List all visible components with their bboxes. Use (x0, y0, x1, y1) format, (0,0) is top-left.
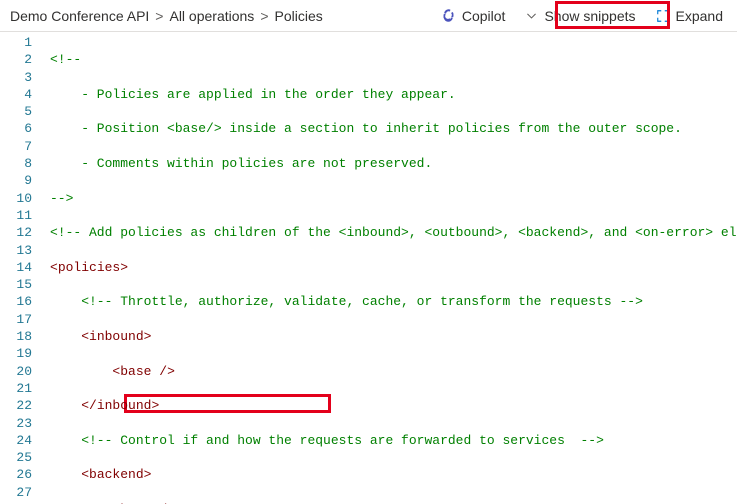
line-number: 13 (0, 242, 32, 259)
line-number: 18 (0, 328, 32, 345)
copilot-icon (441, 8, 456, 23)
line-number: 27 (0, 484, 32, 501)
line-number: 20 (0, 363, 32, 380)
line-number: 8 (0, 155, 32, 172)
line-number: 6 (0, 120, 32, 137)
line-number: 5 (0, 103, 32, 120)
breadcrumb-sep: > (155, 8, 163, 24)
expand-icon (656, 9, 670, 23)
breadcrumb-item[interactable]: Policies (275, 8, 323, 24)
toolbar: Copilot Show snippets Expand (433, 4, 731, 28)
code-editor[interactable]: 1 2 3 4 5 6 7 8 9 10 11 12 13 14 15 16 1… (0, 32, 737, 504)
line-number: 17 (0, 311, 32, 328)
line-number: 2 (0, 51, 32, 68)
line-number-gutter: 1 2 3 4 5 6 7 8 9 10 11 12 13 14 15 16 1… (0, 32, 42, 504)
line-number: 12 (0, 224, 32, 241)
line-number: 4 (0, 86, 32, 103)
line-number: 14 (0, 259, 32, 276)
line-number: 25 (0, 449, 32, 466)
code-content[interactable]: <!-- - Policies are applied in the order… (42, 32, 737, 504)
breadcrumb-item[interactable]: Demo Conference API (10, 8, 149, 24)
line-number: 7 (0, 138, 32, 155)
breadcrumb: Demo Conference API > All operations > P… (6, 8, 433, 24)
chevron-down-icon (525, 9, 538, 22)
line-number: 9 (0, 172, 32, 189)
copilot-button[interactable]: Copilot (433, 4, 514, 28)
line-number: 21 (0, 380, 32, 397)
show-snippets-button[interactable]: Show snippets (517, 4, 643, 28)
line-number: 3 (0, 69, 32, 86)
line-number: 24 (0, 432, 32, 449)
editor-header: Demo Conference API > All operations > P… (0, 0, 737, 32)
copilot-label: Copilot (462, 8, 506, 24)
line-number: 1 (0, 34, 32, 51)
line-number: 11 (0, 207, 32, 224)
line-number: 19 (0, 345, 32, 362)
breadcrumb-item[interactable]: All operations (169, 8, 254, 24)
line-number: 15 (0, 276, 32, 293)
line-number: 23 (0, 415, 32, 432)
expand-button[interactable]: Expand (648, 4, 731, 28)
breadcrumb-sep: > (260, 8, 268, 24)
line-number: 26 (0, 466, 32, 483)
snippets-label: Show snippets (544, 8, 635, 24)
line-number: 16 (0, 293, 32, 310)
line-number: 22 (0, 397, 32, 414)
line-number: 10 (0, 190, 32, 207)
expand-label: Expand (676, 8, 723, 24)
